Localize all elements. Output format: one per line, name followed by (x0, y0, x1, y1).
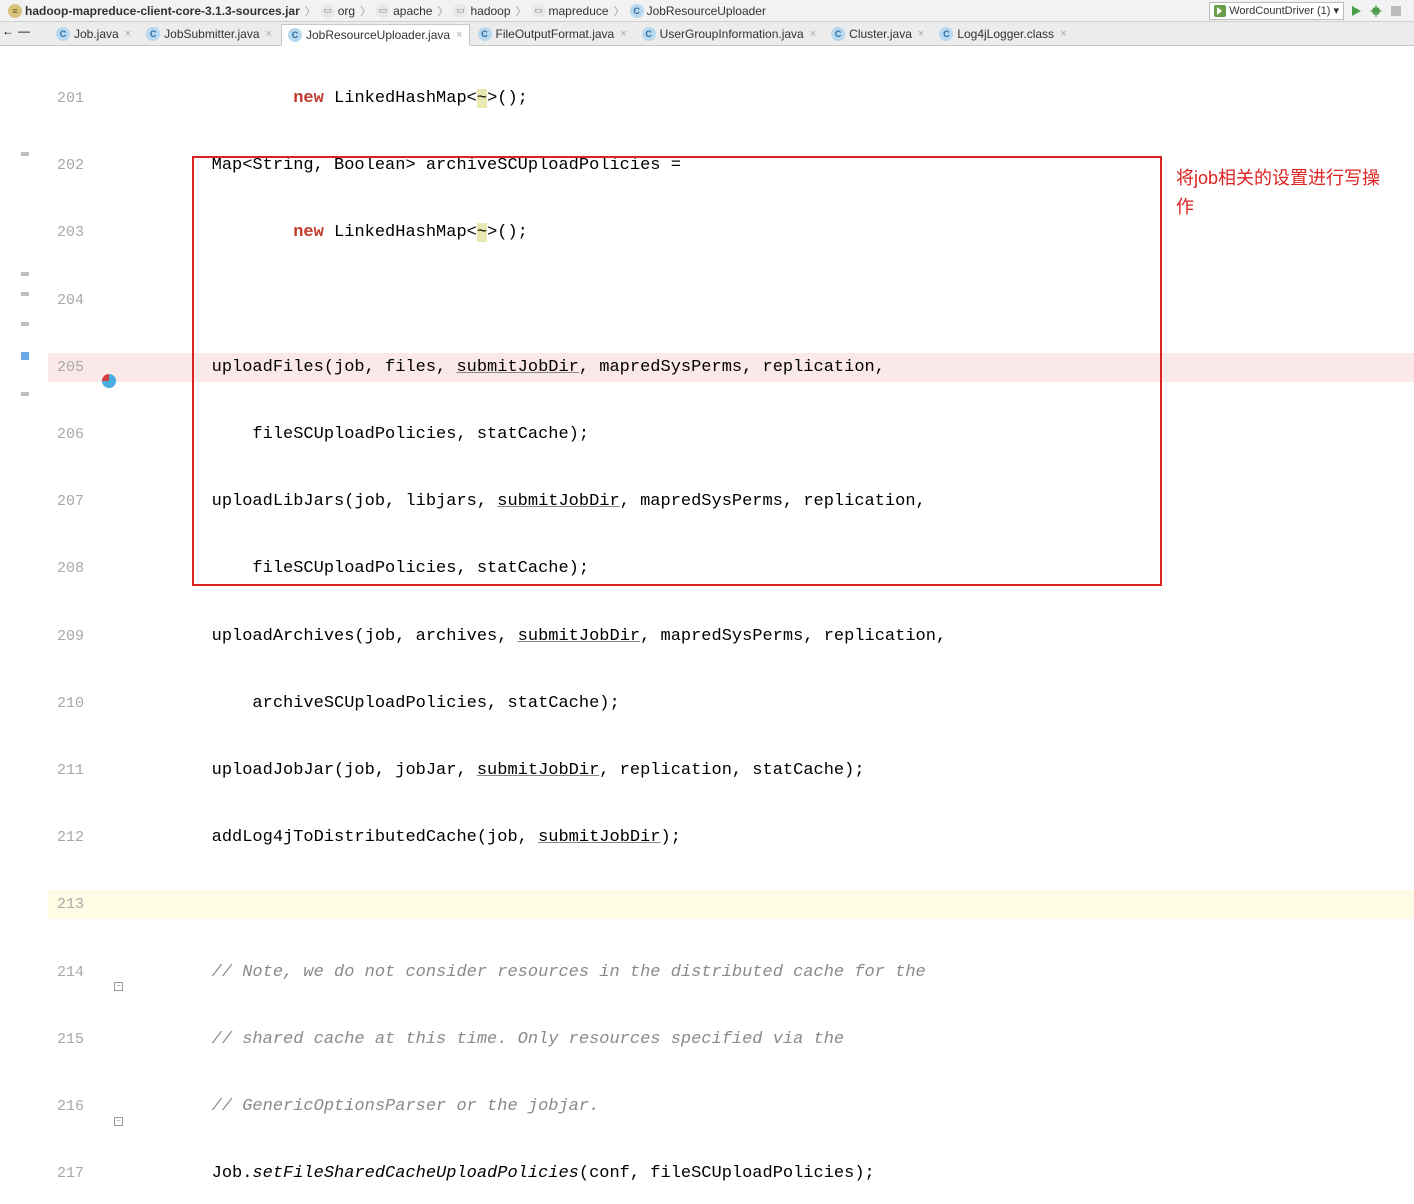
overview-ruler[interactable] (0, 92, 48, 602)
class-icon: C (831, 27, 845, 41)
breadcrumb-label: hadoop-mapreduce-client-core-3.1.3-sourc… (25, 4, 300, 18)
package-icon: ▭ (532, 4, 546, 18)
line-number[interactable]: 212 (48, 829, 94, 846)
close-icon[interactable]: × (1060, 28, 1066, 40)
annotation-text: 将job相关的设置进行写操作 (1176, 164, 1396, 222)
stop-button[interactable] (1388, 3, 1404, 19)
line-number[interactable]: 203 (48, 224, 94, 241)
line-number[interactable]: 214 (48, 964, 94, 981)
line-number[interactable]: 210 (48, 695, 94, 712)
fold-icon[interactable]: – (114, 1117, 123, 1126)
breadcrumb-item[interactable]: C JobResourceUploader (626, 4, 770, 18)
line-number[interactable]: 204 (48, 292, 94, 309)
editor-area: 201 new LinkedHashMap<~>(); 202 Map<Stri… (0, 46, 1414, 602)
tab-fileoutputformat[interactable]: C FileOutputFormat.java × (472, 23, 634, 45)
line-number[interactable]: 202 (48, 157, 94, 174)
breadcrumb-sep: 〉 (304, 3, 317, 19)
tab-label: Log4jLogger.class (957, 27, 1054, 41)
breadcrumb-label: mapreduce (549, 4, 609, 18)
tab-label: JobSubmitter.java (164, 27, 259, 41)
run-config-icon (1214, 5, 1226, 17)
close-icon[interactable]: × (810, 28, 816, 40)
breadcrumb-item[interactable]: ▭ mapreduce (528, 4, 613, 18)
close-icon[interactable]: × (456, 29, 462, 41)
class-icon: C (288, 28, 302, 42)
close-icon[interactable]: × (620, 28, 626, 40)
breadcrumb-item[interactable]: ≡ hadoop-mapreduce-client-core-3.1.3-sou… (4, 4, 304, 18)
run-toolbar: WordCountDriver (1) ▾ (1203, 2, 1410, 20)
tab-job[interactable]: C Job.java × (50, 23, 138, 45)
breadcrumb-label: org (338, 4, 355, 18)
jar-icon: ≡ (8, 4, 22, 18)
line-number[interactable]: 213 (48, 896, 94, 913)
breadcrumb-sep: 〉 (613, 3, 626, 19)
class-icon: C (939, 27, 953, 41)
code-editor[interactable]: 201 new LinkedHashMap<~>(); 202 Map<Stri… (48, 46, 1414, 602)
breadcrumb-label: hadoop (470, 4, 510, 18)
tab-usergroupinformation[interactable]: C UserGroupInformation.java × (636, 23, 824, 45)
package-icon: ▭ (453, 4, 467, 18)
tab-label: Job.java (74, 27, 119, 41)
run-config-select[interactable]: WordCountDriver (1) ▾ (1209, 2, 1344, 20)
close-icon[interactable]: × (266, 28, 272, 40)
run-config-label: WordCountDriver (1) (1229, 5, 1330, 17)
line-number[interactable]: 209 (48, 628, 94, 645)
breadcrumb-item[interactable]: ▭ hadoop (449, 4, 514, 18)
close-icon[interactable]: × (918, 28, 924, 40)
class-icon: C (642, 27, 656, 41)
class-icon: C (56, 27, 70, 41)
package-icon: ▭ (376, 4, 390, 18)
breadcrumb-sep: 〉 (359, 3, 372, 19)
line-number[interactable]: 216 (48, 1098, 94, 1115)
debug-button[interactable] (1368, 3, 1384, 19)
class-icon: C (630, 4, 644, 18)
line-number[interactable]: 201 (48, 90, 94, 107)
line-number[interactable]: 207 (48, 493, 94, 510)
breadcrumb-label: JobResourceUploader (647, 4, 766, 18)
tab-label: Cluster.java (849, 27, 912, 41)
line-number[interactable]: 208 (48, 560, 94, 577)
breadcrumb: ≡ hadoop-mapreduce-client-core-3.1.3-sou… (0, 0, 1414, 22)
fold-icon[interactable]: – (114, 982, 123, 991)
class-icon: C (146, 27, 160, 41)
line-number[interactable]: 215 (48, 1031, 94, 1048)
tab-label: UserGroupInformation.java (660, 27, 804, 41)
line-number[interactable]: 205 (48, 359, 94, 376)
run-button[interactable] (1348, 3, 1364, 19)
package-icon: ▭ (321, 4, 335, 18)
line-number[interactable]: 217 (48, 1165, 94, 1182)
breadcrumb-sep: 〉 (436, 3, 449, 19)
tab-label: JobResourceUploader.java (306, 28, 450, 42)
breadcrumb-item[interactable]: ▭ org (317, 4, 359, 18)
nav-back-icon[interactable]: ← (2, 24, 14, 38)
class-icon: C (478, 27, 492, 41)
tab-jobsubmitter[interactable]: C JobSubmitter.java × (140, 23, 279, 45)
tab-log4jlogger[interactable]: C Log4jLogger.class × (933, 23, 1073, 45)
breadcrumb-sep: 〉 (515, 3, 528, 19)
tab-jobresourceuploader[interactable]: C JobResourceUploader.java × (281, 24, 470, 46)
chevron-down-icon: ▾ (1333, 4, 1339, 17)
line-number[interactable]: 211 (48, 762, 94, 779)
breadcrumb-label: apache (393, 4, 432, 18)
breakpoint-icon[interactable] (102, 374, 116, 388)
minimize-icon[interactable]: — (18, 24, 30, 38)
tab-label: FileOutputFormat.java (496, 27, 615, 41)
tab-cluster[interactable]: C Cluster.java × (825, 23, 931, 45)
line-number[interactable]: 206 (48, 426, 94, 443)
window-controls: ← — (2, 24, 30, 38)
close-icon[interactable]: × (125, 28, 131, 40)
editor-tabs: ← — C Job.java × C JobSubmitter.java × C… (0, 22, 1414, 46)
breadcrumb-item[interactable]: ▭ apache (372, 4, 436, 18)
